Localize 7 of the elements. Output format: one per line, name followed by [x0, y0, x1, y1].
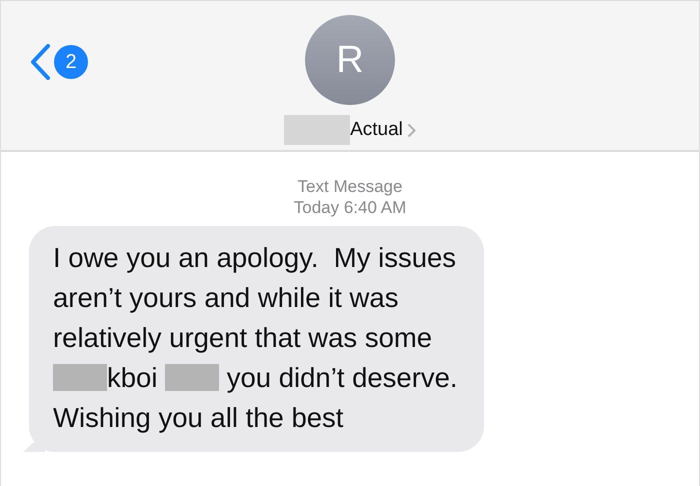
contact-avatar[interactable]: R — [305, 15, 395, 105]
back-icon — [29, 43, 51, 81]
unread-count: 2 — [54, 45, 88, 79]
message-type-label: Text Message — [296, 176, 404, 197]
back-button[interactable]: 2 — [29, 43, 88, 81]
chevron-right-icon — [406, 122, 416, 138]
message-timestamp: Today 6:40 AM — [292, 197, 408, 218]
